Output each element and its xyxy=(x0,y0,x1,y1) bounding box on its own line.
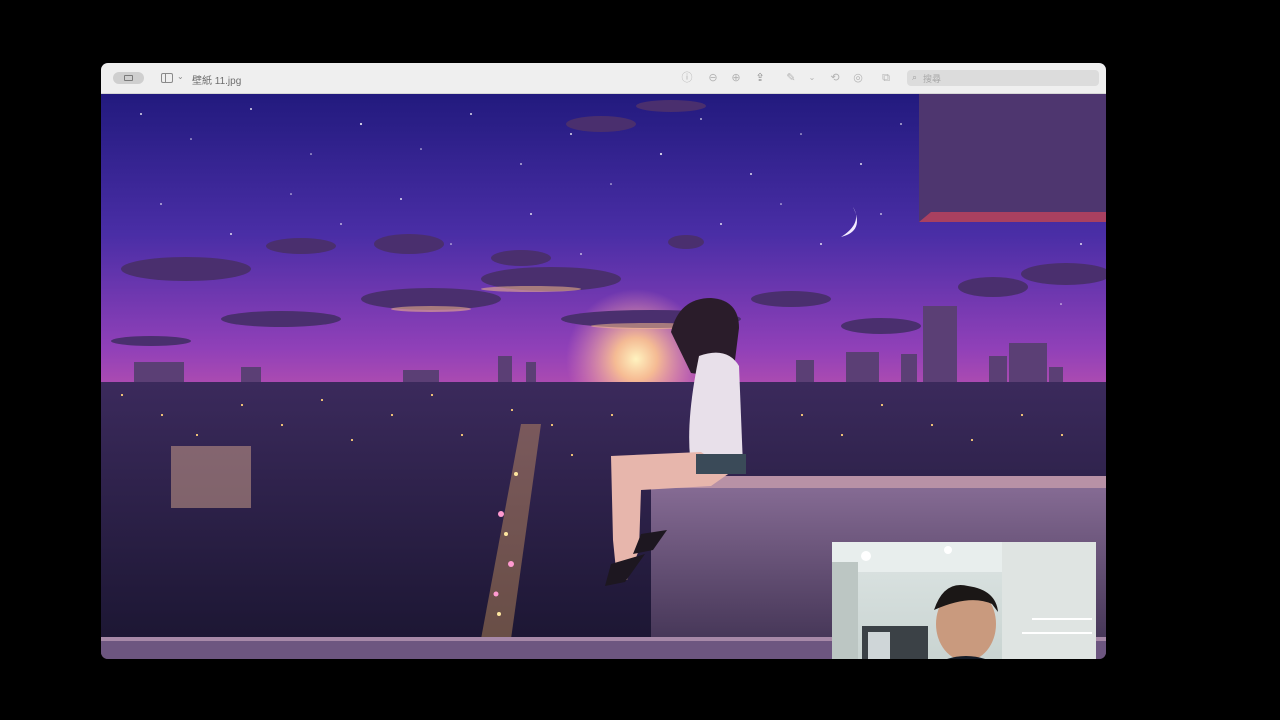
preview-window: ⌄ 壁紙 11.jpg ⓘ ⊖ ⊕ ⇪ ✎ ⌄ ⟲ ◎ ⧉ ⌕ xyxy=(101,63,1106,659)
webcam-overlay xyxy=(832,542,1096,659)
markup-pen-icon[interactable]: ✎ xyxy=(785,72,797,84)
rotate-icon[interactable]: ⟲ xyxy=(829,72,841,84)
window-title[interactable]: 壁紙 11.jpg xyxy=(192,72,241,87)
info-icon[interactable]: ⓘ xyxy=(681,72,693,84)
annotate-icon[interactable]: ◎ xyxy=(852,72,864,84)
chevron-down-icon[interactable]: ⌄ xyxy=(806,72,818,84)
chevron-down-icon[interactable]: ⌄ xyxy=(177,72,184,81)
zoom-out-icon[interactable]: ⊖ xyxy=(707,72,719,84)
search-field[interactable]: ⌕ xyxy=(907,70,1099,87)
sidebar-toggle-icon[interactable] xyxy=(161,73,173,83)
title-bar: ⌄ 壁紙 11.jpg ⓘ ⊖ ⊕ ⇪ ✎ ⌄ ⟲ ◎ ⧉ ⌕ xyxy=(101,63,1106,94)
share-icon[interactable]: ⇪ xyxy=(754,72,766,84)
resize-icon[interactable]: ⧉ xyxy=(880,72,892,84)
webcam-feed xyxy=(832,542,1096,659)
search-input[interactable] xyxy=(921,71,1095,87)
zoom-in-icon[interactable]: ⊕ xyxy=(730,72,742,84)
window-controls-pill[interactable] xyxy=(113,72,144,84)
search-icon: ⌕ xyxy=(912,72,918,82)
image-canvas xyxy=(101,94,1106,659)
